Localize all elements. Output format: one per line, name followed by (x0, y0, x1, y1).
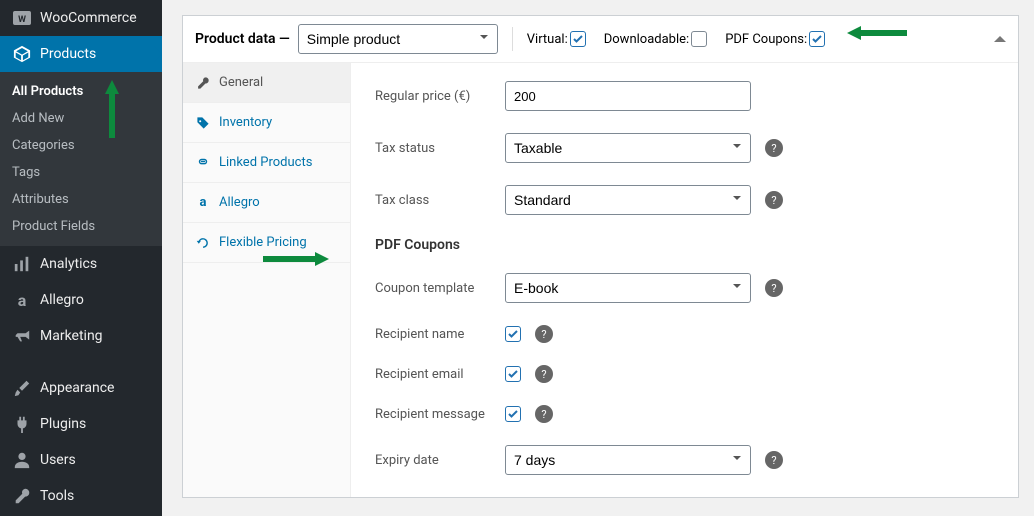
sidebar-woocommerce[interactable]: W WooCommerce (0, 0, 162, 36)
user-icon (12, 450, 32, 470)
downloadable-label: Downloadable: (604, 32, 689, 47)
sidebar-label: WooCommerce (40, 10, 137, 26)
wrench-icon (12, 486, 32, 506)
help-icon[interactable]: ? (535, 405, 553, 423)
recipient-email-checkbox[interactable] (505, 366, 521, 382)
sidebar-products[interactable]: Products (0, 36, 162, 72)
tab-inventory[interactable]: Inventory (183, 103, 350, 143)
divider (512, 27, 513, 51)
tab-allegro[interactable]: a Allegro (183, 183, 350, 223)
sidebar-sub-product-fields[interactable]: Product Fields (0, 213, 162, 240)
recipient-name-checkbox[interactable] (505, 326, 521, 342)
product-type-select[interactable]: Simple product (298, 24, 498, 54)
product-data-panel: Product data — Simple product Virtual: D… (182, 15, 1019, 498)
sidebar-label: Appearance (40, 380, 114, 396)
help-icon[interactable]: ? (765, 139, 783, 157)
general-tab-content: Regular price (€) Tax status Taxable ? T… (351, 63, 1018, 497)
tab-label: Allegro (219, 195, 260, 210)
virtual-checkbox[interactable] (570, 31, 586, 47)
sidebar-label: Products (40, 46, 96, 62)
collapse-toggle-icon[interactable] (994, 36, 1006, 42)
recipient-email-label: Recipient email (375, 367, 505, 382)
product-tabs: General Inventory Linked Products a (183, 63, 351, 497)
sidebar-marketing[interactable]: Marketing (0, 318, 162, 354)
tab-general[interactable]: General (183, 63, 350, 103)
svg-text:W: W (18, 15, 26, 25)
archive-icon (12, 44, 32, 64)
sidebar-sub-categories[interactable]: Categories (0, 132, 162, 159)
tab-label: Flexible Pricing (219, 235, 307, 250)
plug-icon (12, 414, 32, 434)
sidebar-plugins[interactable]: Plugins (0, 406, 162, 442)
help-icon[interactable]: ? (765, 279, 783, 297)
pdf-coupons-checkbox[interactable] (809, 31, 825, 47)
expiry-date-select[interactable]: 7 days (505, 445, 751, 475)
sidebar-users[interactable]: Users (0, 442, 162, 478)
sidebar-label: Tools (40, 488, 74, 504)
regular-price-input[interactable] (505, 81, 751, 111)
sidebar-label: Analytics (40, 256, 97, 272)
coupon-template-label: Coupon template (375, 281, 505, 296)
sidebar-sub-tags[interactable]: Tags (0, 159, 162, 186)
recipient-name-label: Recipient name (375, 327, 505, 342)
coupon-template-select[interactable]: E-book (505, 273, 751, 303)
tab-linked-products[interactable]: Linked Products (183, 143, 350, 183)
panel-header: Product data — Simple product Virtual: D… (183, 16, 1018, 63)
pdf-coupons-label: PDF Coupons: (725, 32, 807, 47)
tab-label: Linked Products (219, 155, 312, 170)
virtual-label: Virtual: (527, 32, 568, 47)
tax-class-select[interactable]: Standard (505, 185, 751, 215)
brush-icon (12, 378, 32, 398)
tab-label: General (219, 75, 263, 90)
downloadable-checkbox[interactable] (691, 31, 707, 47)
chart-icon (12, 254, 32, 274)
letter-a-icon: a (195, 195, 211, 210)
megaphone-icon (12, 326, 32, 346)
help-icon[interactable]: ? (765, 191, 783, 209)
regular-price-label: Regular price (€) (375, 89, 505, 104)
sidebar-sub-all-products[interactable]: All Products (0, 78, 162, 105)
sidebar-label: Marketing (40, 328, 103, 344)
tax-class-label: Tax class (375, 193, 505, 208)
help-icon[interactable]: ? (765, 451, 783, 469)
tab-label: Inventory (219, 115, 272, 130)
sidebar-products-submenu: All Products Add New Categories Tags Att… (0, 72, 162, 246)
link-icon (195, 156, 211, 170)
woocommerce-icon: W (12, 8, 32, 28)
pdf-coupons-heading: PDF Coupons (375, 237, 998, 253)
sidebar-appearance[interactable]: Appearance (0, 370, 162, 406)
help-icon[interactable]: ? (535, 365, 553, 383)
tax-status-label: Tax status (375, 141, 505, 156)
letter-a-icon: a (12, 290, 32, 310)
refresh-icon (195, 236, 211, 250)
sidebar-sub-add-new[interactable]: Add New (0, 105, 162, 132)
panel-body: General Inventory Linked Products a (183, 63, 1018, 497)
recipient-message-checkbox[interactable] (505, 406, 521, 422)
sidebar-label: Plugins (40, 416, 86, 432)
admin-sidebar: W WooCommerce Products All Products Add … (0, 0, 162, 516)
sidebar-tools[interactable]: Tools (0, 478, 162, 514)
expiry-date-label: Expiry date (375, 453, 505, 468)
panel-title: Product data — (195, 31, 290, 47)
tab-flexible-pricing[interactable]: Flexible Pricing (183, 223, 350, 263)
tag-icon (195, 116, 211, 130)
sidebar-allegro[interactable]: a Allegro (0, 282, 162, 318)
main-area: Product data — Simple product Virtual: D… (162, 0, 1034, 516)
sidebar-label: Users (40, 452, 76, 468)
sidebar-label: Allegro (40, 292, 84, 308)
help-icon[interactable]: ? (535, 325, 553, 343)
recipient-message-label: Recipient message (375, 407, 505, 422)
sidebar-analytics[interactable]: Analytics (0, 246, 162, 282)
sidebar-sub-attributes[interactable]: Attributes (0, 186, 162, 213)
wrench-icon (195, 76, 211, 90)
tax-status-select[interactable]: Taxable (505, 133, 751, 163)
